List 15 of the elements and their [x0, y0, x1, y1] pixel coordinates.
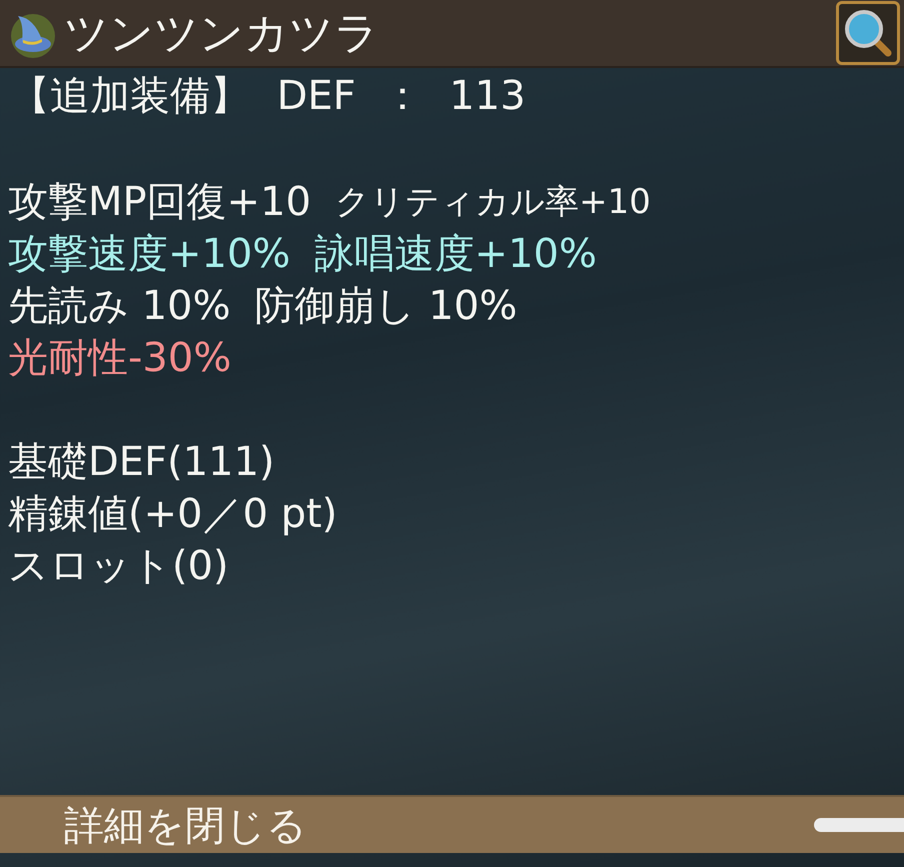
stat-text: 精錬値(+0／0 pt): [8, 490, 338, 539]
stat-text: 基礎DEF(111): [8, 438, 275, 487]
item-title: ツンツンカツラ: [64, 6, 380, 60]
scroll-handle[interactable]: [814, 818, 904, 832]
stat-text: 攻撃MP回復+10: [8, 178, 312, 227]
equipment-summary: 【追加装備】 DEF ： 113: [9, 72, 527, 121]
search-button[interactable]: [836, 1, 900, 65]
stat-text: 詠唱速度+10%: [314, 230, 597, 279]
stat-text: 光耐性-30%: [8, 334, 232, 383]
stat-text: スロット(0): [8, 542, 229, 591]
stat-text: 攻撃速度+10%: [8, 230, 290, 279]
stat-text: クリティカル率+10: [335, 181, 651, 224]
stat-text: 防御崩し 10%: [254, 282, 518, 331]
search-icon: [842, 7, 894, 59]
stat-text: 先読み 10%: [8, 282, 231, 331]
